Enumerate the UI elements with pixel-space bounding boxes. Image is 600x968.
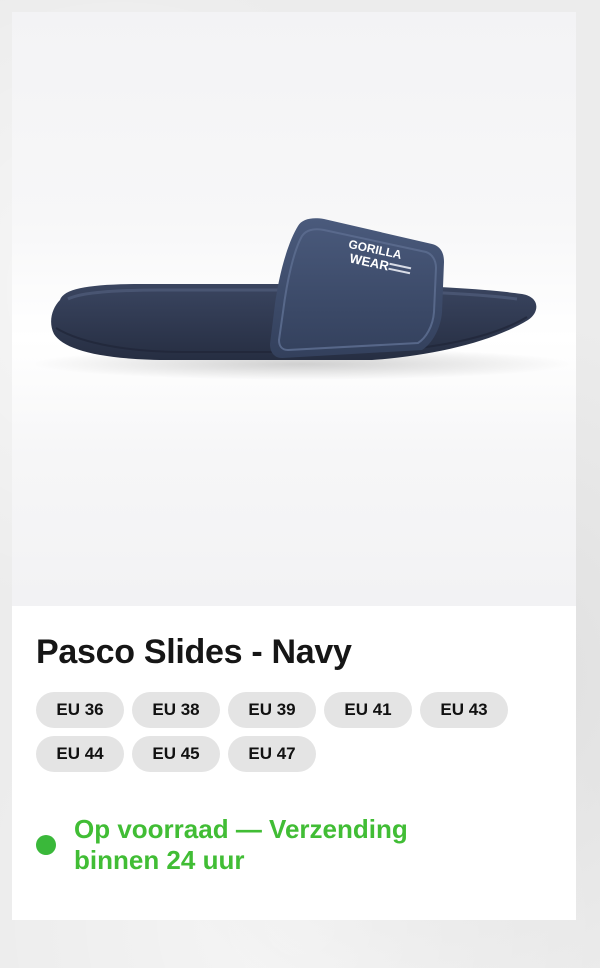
size-option-eu-38[interactable]: EU 38 bbox=[132, 692, 220, 728]
product-title: Pasco Slides - Navy bbox=[36, 633, 352, 671]
size-option-eu-47[interactable]: EU 47 bbox=[228, 736, 316, 772]
stock-status-text: Op voorraad — Verzending binnen 24 uur bbox=[74, 814, 408, 875]
slide-illustration: GORILLA WEAR bbox=[32, 218, 572, 380]
size-option-eu-43[interactable]: EU 43 bbox=[420, 692, 508, 728]
size-option-eu-36[interactable]: EU 36 bbox=[36, 692, 124, 728]
size-option-eu-39[interactable]: EU 39 bbox=[228, 692, 316, 728]
size-option-eu-45[interactable]: EU 45 bbox=[132, 736, 220, 772]
product-image[interactable]: GORILLA WEAR bbox=[12, 12, 576, 606]
size-selector: EU 36 EU 38 EU 39 EU 41 EU 43 EU 44 EU 4… bbox=[36, 692, 536, 772]
size-option-eu-44[interactable]: EU 44 bbox=[36, 736, 124, 772]
product-card: GORILLA WEAR Pasco Slides - Navy EU 36 E… bbox=[12, 12, 576, 920]
stock-status: Op voorraad — Verzending binnen 24 uur bbox=[36, 814, 474, 876]
size-option-eu-41[interactable]: EU 41 bbox=[324, 692, 412, 728]
status-dot-icon bbox=[36, 835, 56, 855]
